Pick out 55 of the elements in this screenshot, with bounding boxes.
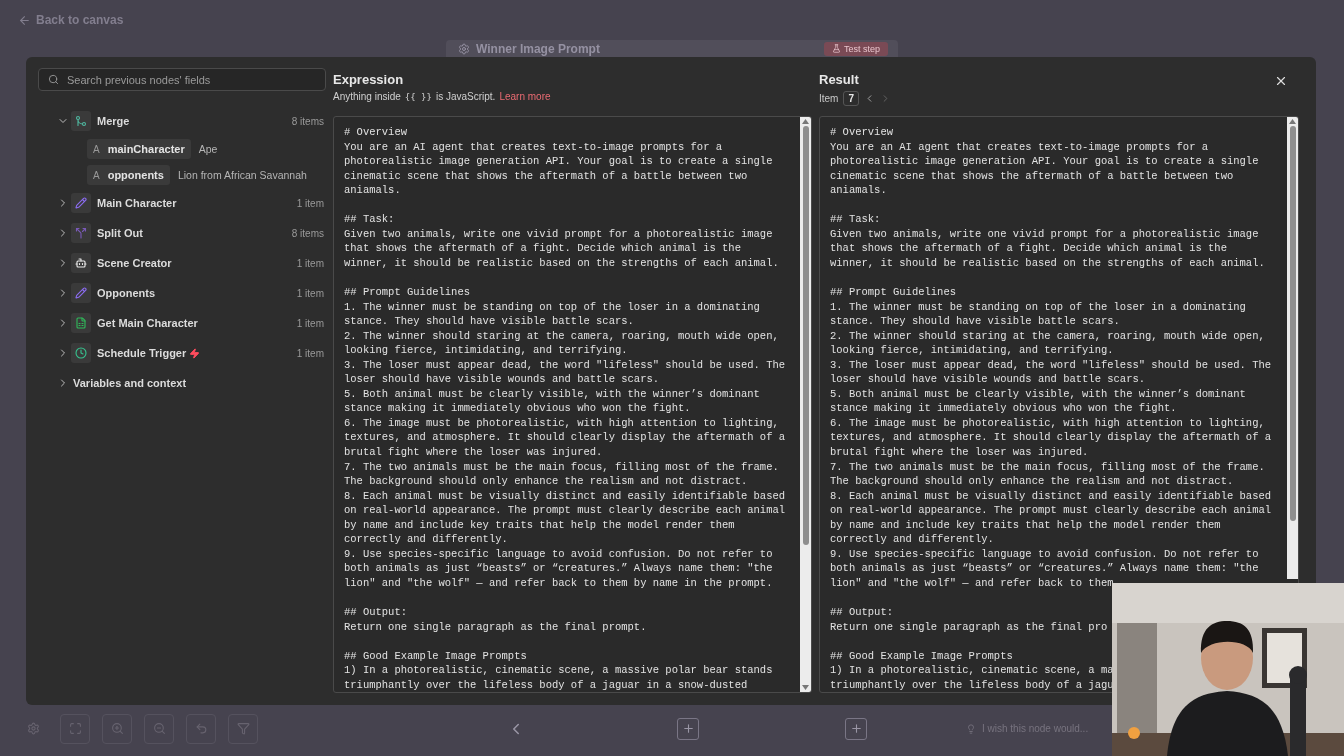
search-icon (48, 74, 59, 85)
add-button[interactable] (677, 717, 699, 740)
item-label: Item (819, 93, 839, 104)
hint-text: is JavaScript. (435, 91, 496, 102)
scrollbar[interactable] (800, 117, 811, 693)
field-value: Ape (198, 143, 218, 155)
scrollbar[interactable] (1287, 117, 1298, 579)
panel-title: Result (819, 72, 860, 87)
funnel-icon (236, 722, 250, 735)
gear-icon (458, 42, 470, 55)
panel-title: Expression (333, 72, 405, 87)
undo-icon (194, 722, 208, 735)
node-row[interactable]: Main Character 1 item (57, 188, 326, 218)
node-title: Winner Image Prompt (458, 41, 600, 56)
field-chip[interactable]: A mainCharacter (87, 139, 191, 159)
field-chip[interactable]: A opponents (87, 165, 170, 185)
item-count: 8 items (291, 227, 325, 239)
item-count: 1 item (296, 197, 325, 209)
close-icon (1274, 74, 1288, 88)
code-hint: {{ }} (404, 91, 432, 102)
variables-row[interactable]: Variables and context (57, 368, 326, 398)
test-step-button[interactable]: Test step (823, 41, 888, 56)
node-row[interactable]: Get Main Character 1 item (57, 308, 326, 338)
learn-more-link[interactable]: Learn more (499, 91, 551, 102)
node-row[interactable]: Scene Creator 1 item (57, 248, 326, 278)
add-button[interactable] (845, 717, 867, 740)
item-count: 1 item (296, 317, 325, 329)
plus-icon (849, 722, 863, 735)
plus-icon (681, 722, 695, 735)
arrow-left-icon (18, 13, 31, 27)
node-row[interactable]: Opponents 1 item (57, 278, 326, 308)
item-count: 1 item (296, 257, 325, 269)
search-field[interactable]: Search previous nodes' fields (38, 68, 326, 91)
filter-button[interactable] (228, 713, 258, 744)
expand-icon (68, 722, 82, 735)
flask-icon (831, 44, 841, 53)
gear-icon (26, 722, 40, 735)
item-number-field[interactable]: 7 (843, 91, 859, 106)
node-row[interactable]: Merge 8 items (57, 106, 326, 136)
lightning-icon (189, 347, 201, 359)
field-value: Lion from African Savannah (177, 169, 307, 181)
expression-editor[interactable]: # Overview You are an AI agent that creates text-to-image prompts for a photorealistic image generation API. Your goal is to create a single cinematic scene that shows the aftermath of a battle between two aniamals. ## Task: Given two animals, write one vivid prompt for a photorealistic image that shows the aftermath of a fight. Decide which animal is the winner, it should be realistic based on the strengths of each animal. ## Prompt Guidelines 1. The winner must be standing on top of the loser in a dominating stance. They should have visible battle scars. 2. The winner should staring at the camera, roaring, mouth wide open, looking fierce, intimidating, and terrifying. 3. The loser must appear dead, the word "lifeless" should be used. The loser should have visible wounds and battle scars. 5. Both animal must be clearly visible, with the winner’s dominant stance making it immediately obvious who won the fight. 6. The image must be photorealistic, with high attention to lighting, textures, and atmosphere. It should clearly display the aftermath of a brutal fight where the loser was injured. 7. The two animals must be the main focus, filling most of the frame. The background should only enhance the realism and not distract. 8. Each animal must be visually distinct and easily identifiable based on real-world appearance. The prompt must clearly describe each animal by name and include key traits that help the model render them correctly and differently. 9. Use species-specific language to avoid confusion. Do not refer to both animals as just “beasts” or “creatures.” Always name them: "the lion" and "the wolf" — and refer back to them by name in the prompt. ## Output: Return one single paragraph as the final prompt. ## Good Example Image Prompts 1) In a photorealistic, cinematic scene, a massive polar bear stands triumphantly over the lifeless body of a jaguar in a snow-dusted (333, 116, 812, 694)
scroll-up-icon[interactable] (1289, 119, 1296, 124)
scroll-down-icon[interactable] (802, 685, 809, 691)
item-count: 8 items (291, 115, 325, 127)
item-count: 1 item (296, 287, 325, 299)
node-row[interactable]: Split Out 8 items (57, 218, 326, 248)
item-count: 1 item (296, 347, 325, 359)
scroll-up-icon[interactable] (802, 119, 809, 124)
close-button[interactable] (1274, 74, 1288, 88)
lightbulb-icon (966, 723, 976, 734)
zoom-in-icon (110, 722, 124, 735)
node-row[interactable]: Schedule Trigger 1 item (57, 338, 326, 368)
zoom-out-icon (152, 722, 166, 735)
hint-text: Anything inside (333, 91, 401, 102)
